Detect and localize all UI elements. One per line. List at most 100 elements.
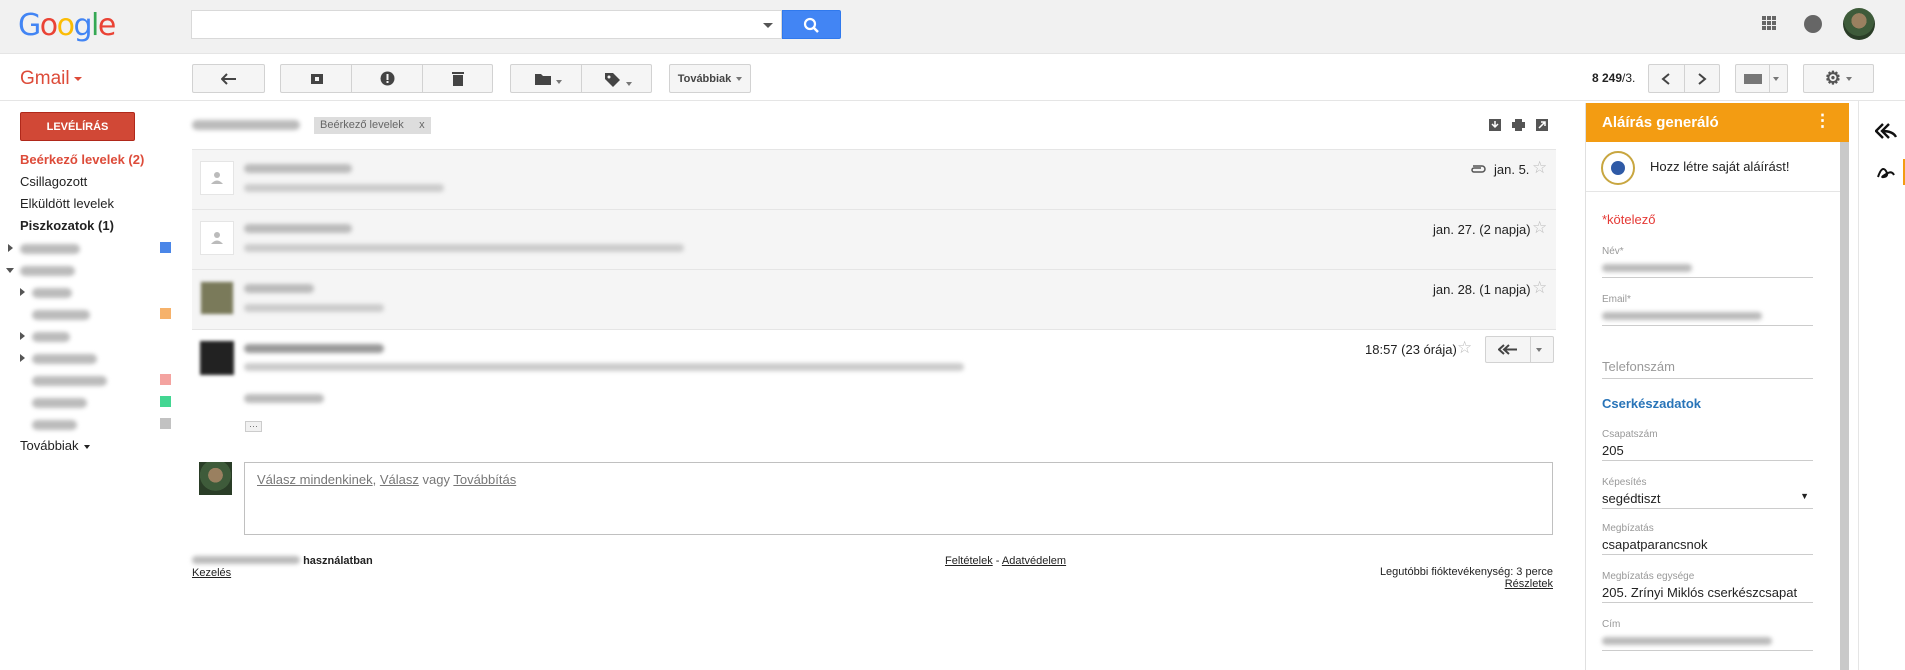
tag-icon xyxy=(605,73,620,87)
sender-name xyxy=(244,344,384,353)
reply-all-addon-icon[interactable] xyxy=(1875,123,1897,139)
terms-link[interactable]: Feltételek xyxy=(945,555,993,567)
move-to-button[interactable] xyxy=(535,73,562,88)
sender-avatar xyxy=(200,341,234,375)
sidebar-item-inbox[interactable]: Beérkező levelek (2) xyxy=(20,152,144,167)
signature-addon-icon[interactable] xyxy=(1876,163,1896,181)
label-color-swatch[interactable] xyxy=(160,418,171,429)
report-spam-icon[interactable] xyxy=(380,71,395,86)
expand-arrow-icon[interactable] xyxy=(20,288,25,296)
gmail-menu[interactable]: Gmail xyxy=(20,68,82,90)
footer-separator: - xyxy=(992,555,1002,567)
top-bar: Google xyxy=(0,0,1905,54)
reply-button[interactable] xyxy=(1485,336,1554,363)
inbox-tag[interactable]: Beérkező levelek x xyxy=(314,117,431,134)
logo-letter: o xyxy=(56,8,75,43)
star-icon[interactable]: ☆ xyxy=(1532,158,1547,178)
show-trimmed-button[interactable]: ··· xyxy=(245,421,262,432)
label-color-swatch[interactable] xyxy=(160,242,171,253)
panel-title: Aláírás generáló xyxy=(1602,114,1719,131)
pager-count: 8 249/3. xyxy=(1592,71,1636,85)
settings-button[interactable]: ⚙ xyxy=(1803,64,1874,93)
notifications-icon[interactable] xyxy=(1804,15,1822,33)
storage-usage: használatban xyxy=(192,555,373,567)
logo-letter: G xyxy=(18,8,41,43)
account-avatar[interactable] xyxy=(1843,8,1875,40)
address-field[interactable]: Cím xyxy=(1602,619,1813,651)
expand-arrow-icon[interactable] xyxy=(20,354,25,362)
search-options-chevron-icon[interactable] xyxy=(763,23,773,28)
compose-button[interactable]: LEVÉLÍRÁS xyxy=(20,112,135,141)
apps-icon[interactable] xyxy=(1762,16,1776,30)
expand-arrow-icon[interactable] xyxy=(20,332,25,340)
sidebar-label[interactable] xyxy=(32,352,97,367)
reply-box[interactable]: Válasz mindenkinek, Válasz vagy Továbbít… xyxy=(244,462,1553,535)
sidebar-more-button[interactable]: Továbbiak xyxy=(20,438,90,453)
phone-field[interactable]: Telefonszám xyxy=(1602,359,1813,379)
name-field[interactable]: Név* xyxy=(1602,246,1813,278)
print-icon[interactable] xyxy=(1512,119,1525,131)
sidebar-label[interactable] xyxy=(20,264,75,279)
back-button[interactable] xyxy=(192,64,265,93)
privacy-link[interactable]: Adatvédelem xyxy=(1002,555,1066,567)
role-unit-field[interactable]: Megbízatás egysége 205. Zrínyi Miklós cse… xyxy=(1602,571,1813,603)
chevron-right-icon[interactable] xyxy=(1697,73,1707,85)
sender-name xyxy=(244,284,314,293)
search-button[interactable] xyxy=(782,10,841,39)
star-icon[interactable]: ☆ xyxy=(1457,338,1472,358)
label-color-swatch[interactable] xyxy=(160,396,171,407)
expanded-message: ··· 18:57 (23 órája) ☆ xyxy=(192,329,1556,447)
more-actions-button[interactable]: Továbbiak xyxy=(669,64,751,93)
sender-avatar xyxy=(200,221,234,255)
sidebar-item-sent[interactable]: Elküldött levelek xyxy=(20,196,114,211)
collapse-arrow-icon[interactable] xyxy=(6,268,14,273)
sidebar-label[interactable] xyxy=(32,396,87,411)
forward-link[interactable]: Továbbítás xyxy=(453,472,516,487)
sidebar-item-starred[interactable]: Csillagozott xyxy=(20,174,87,189)
sidebar-label[interactable] xyxy=(32,286,72,301)
sidebar-item-drafts[interactable]: Piszkozatok (1) xyxy=(20,218,114,233)
new-window-icon[interactable] xyxy=(1536,119,1548,131)
email-field[interactable]: Email* xyxy=(1602,294,1813,326)
input-tools-button[interactable] xyxy=(1735,64,1788,93)
details-link[interactable]: Részletek xyxy=(1505,578,1553,590)
panel-scrollbar[interactable] xyxy=(1840,142,1849,670)
panel-header: Aláírás generáló ⋮ xyxy=(1586,103,1849,142)
collapsed-message[interactable]: jan. 27. (2 napja) ☆ xyxy=(192,209,1556,269)
role-field[interactable]: Megbízatás csapatparancsnok xyxy=(1602,523,1813,555)
reply-separator: , xyxy=(372,472,380,487)
my-avatar xyxy=(199,462,232,495)
label-color-swatch[interactable] xyxy=(160,374,171,385)
collapsed-message[interactable]: jan. 5. ☆ xyxy=(192,149,1556,209)
reply-all-link[interactable]: Válasz mindenkinek xyxy=(257,472,373,487)
labels-button[interactable] xyxy=(605,73,632,90)
google-logo[interactable]: Google xyxy=(18,8,116,43)
keyboard-icon xyxy=(1744,74,1762,84)
reply-link[interactable]: Válasz xyxy=(380,472,419,487)
star-icon[interactable]: ☆ xyxy=(1532,278,1547,298)
sidebar-label[interactable] xyxy=(32,374,107,389)
sender-name xyxy=(244,224,352,233)
label-color-swatch[interactable] xyxy=(160,308,171,319)
remove-tag-icon[interactable]: x xyxy=(419,119,425,131)
more-vert-icon[interactable]: ⋮ xyxy=(1814,111,1831,131)
search-input[interactable] xyxy=(191,10,782,39)
addon-sidebar xyxy=(1858,101,1905,670)
sidebar-label[interactable] xyxy=(32,308,90,323)
sidebar-label[interactable] xyxy=(32,330,70,345)
sidebar-label[interactable] xyxy=(20,242,80,257)
star-icon[interactable]: ☆ xyxy=(1532,218,1547,238)
expand-arrow-icon[interactable] xyxy=(8,244,13,252)
scout-emblem-logo xyxy=(1601,151,1635,185)
team-number-field[interactable]: Csapatszám 205 xyxy=(1602,429,1813,461)
sidebar-label[interactable] xyxy=(32,418,77,433)
collapsed-message[interactable]: jan. 28. (1 napja) ☆ xyxy=(192,269,1556,329)
delete-icon[interactable] xyxy=(452,71,464,86)
chevron-left-icon[interactable] xyxy=(1661,73,1671,85)
archive-icon[interactable] xyxy=(310,72,324,86)
qualification-select[interactable]: Képesítés segédtiszt ▼ xyxy=(1602,477,1813,509)
manage-link[interactable]: Kezelés xyxy=(192,567,231,579)
download-icon[interactable] xyxy=(1489,119,1501,131)
reply-or: vagy xyxy=(418,472,454,487)
recipients xyxy=(244,363,964,371)
